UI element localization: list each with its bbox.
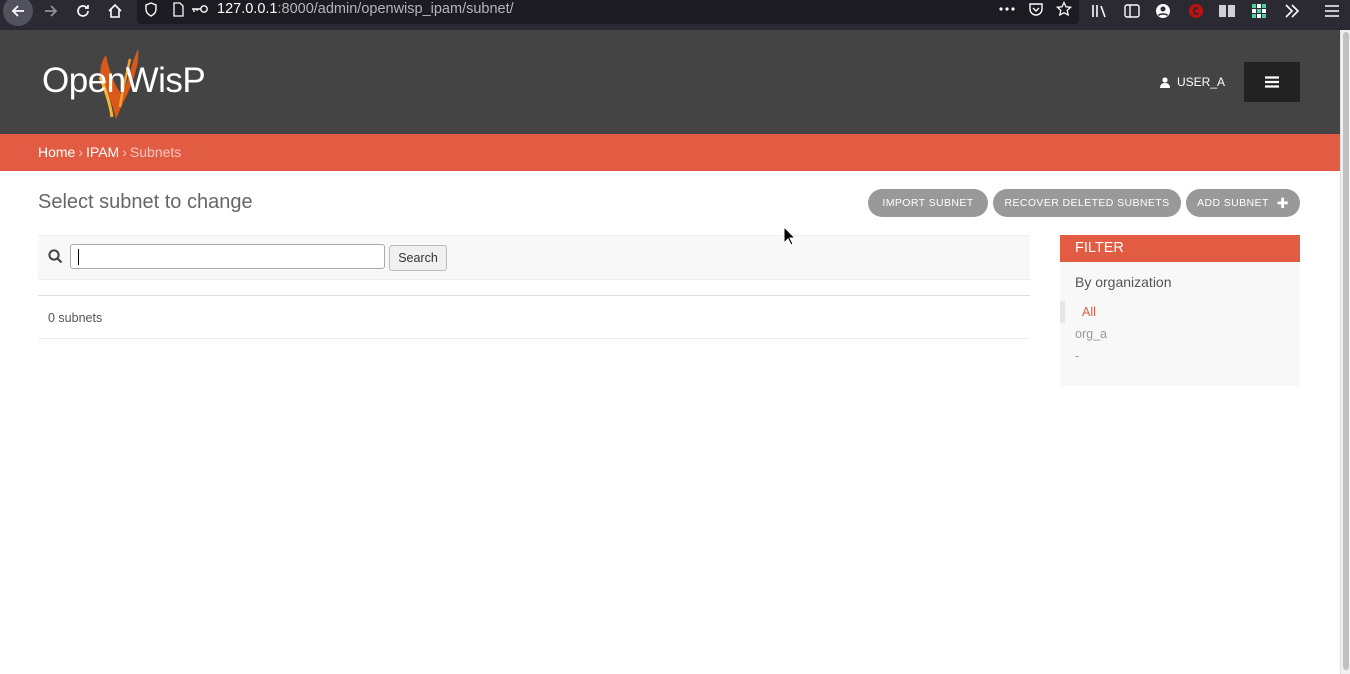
breadcrumb-separator: › <box>122 144 127 160</box>
breadcrumb-home[interactable]: Home <box>38 144 75 160</box>
changelist-filter: FILTER By organization All org_a - <box>1060 235 1300 386</box>
arrow-right-icon <box>45 5 58 17</box>
recover-subnets-label: RECOVER DELETED SUBNETS <box>1004 197 1170 209</box>
text-caret <box>78 249 79 265</box>
add-subnet-label: ADD SUBNET <box>1197 197 1269 209</box>
star-icon[interactable] <box>1054 0 1074 19</box>
home-icon <box>108 3 122 18</box>
user-icon <box>1160 76 1170 88</box>
filter-title: FILTER <box>1060 235 1300 262</box>
reload-button[interactable] <box>73 1 93 21</box>
hamburger-menu-icon[interactable] <box>1322 1 1342 21</box>
plus-icon: ✚ <box>1276 194 1289 211</box>
search-button[interactable]: Search <box>389 245 447 271</box>
back-button[interactable] <box>3 0 33 26</box>
filter-item-all[interactable]: All <box>1060 301 1300 323</box>
recover-deleted-subnets-button[interactable]: RECOVER DELETED SUBNETS <box>993 189 1181 217</box>
mouse-cursor-icon <box>783 226 797 246</box>
hamburger-icon <box>1265 76 1279 88</box>
reader-icon[interactable] <box>1217 1 1237 21</box>
username: USER_A <box>1177 75 1226 89</box>
arrow-left-icon <box>11 5 24 17</box>
openwisp-logo[interactable]: OpenWisP <box>40 47 206 119</box>
filter-options: All org_a - <box>1060 301 1300 367</box>
breadcrumb-separator: › <box>78 144 84 160</box>
add-subnet-button[interactable]: ADD SUBNET ✚ <box>1186 189 1300 217</box>
chevron-double-right-icon[interactable] <box>1282 1 1302 21</box>
user-menu-link[interactable]: USER_A <box>1160 75 1225 89</box>
breadcrumb-ipam[interactable]: IPAM <box>86 144 119 160</box>
home-button[interactable] <box>105 1 125 21</box>
forward-button[interactable] <box>41 1 61 21</box>
account-icon[interactable] <box>1153 1 1173 21</box>
scrollbar-thumb[interactable] <box>1343 32 1349 670</box>
import-subnet-label: IMPORT SUBNET <box>882 197 974 209</box>
filter-item-org-a[interactable]: org_a <box>1060 323 1300 345</box>
site-header: OpenWisP USER_A <box>0 30 1340 134</box>
search-icon <box>48 249 63 264</box>
shield-icon[interactable] <box>141 0 161 19</box>
filter-heading: By organization <box>1075 274 1172 290</box>
page-scrollbar[interactable] <box>1340 30 1350 674</box>
grid-extension-icon[interactable] <box>1249 1 1269 21</box>
logo-text: OpenWisP <box>42 61 206 100</box>
url-bar[interactable]: 127.0.0.1:8000/admin/openwisp_ipam/subne… <box>137 0 1079 24</box>
import-subnet-button[interactable]: IMPORT SUBNET <box>868 189 988 217</box>
sidebar-icon[interactable] <box>1122 1 1142 21</box>
search-input[interactable] <box>70 244 385 269</box>
reload-icon <box>77 5 89 17</box>
key-icon[interactable] <box>190 0 210 19</box>
breadcrumb-current: Subnets <box>129 144 182 160</box>
breadcrumb: Home › IPAM › Subnets <box>0 134 1340 171</box>
result-count: 0 subnets <box>48 311 103 325</box>
pocket-icon[interactable] <box>1026 0 1046 19</box>
more-icon[interactable] <box>997 0 1017 19</box>
library-icon[interactable] <box>1090 1 1110 21</box>
filter-item-none[interactable]: - <box>1060 345 1300 367</box>
page-icon <box>168 0 188 19</box>
main-menu-button[interactable] <box>1244 62 1300 102</box>
extension-red-icon[interactable] <box>1186 1 1206 21</box>
result-list: 0 subnets <box>38 295 1030 339</box>
changelist-search: Search <box>38 235 1030 280</box>
url-text[interactable]: 127.0.0.1:8000/admin/openwisp_ipam/subne… <box>217 0 514 20</box>
browser-toolbar: 127.0.0.1:8000/admin/openwisp_ipam/subne… <box>0 0 1350 30</box>
page-title: Select subnet to change <box>38 191 253 213</box>
